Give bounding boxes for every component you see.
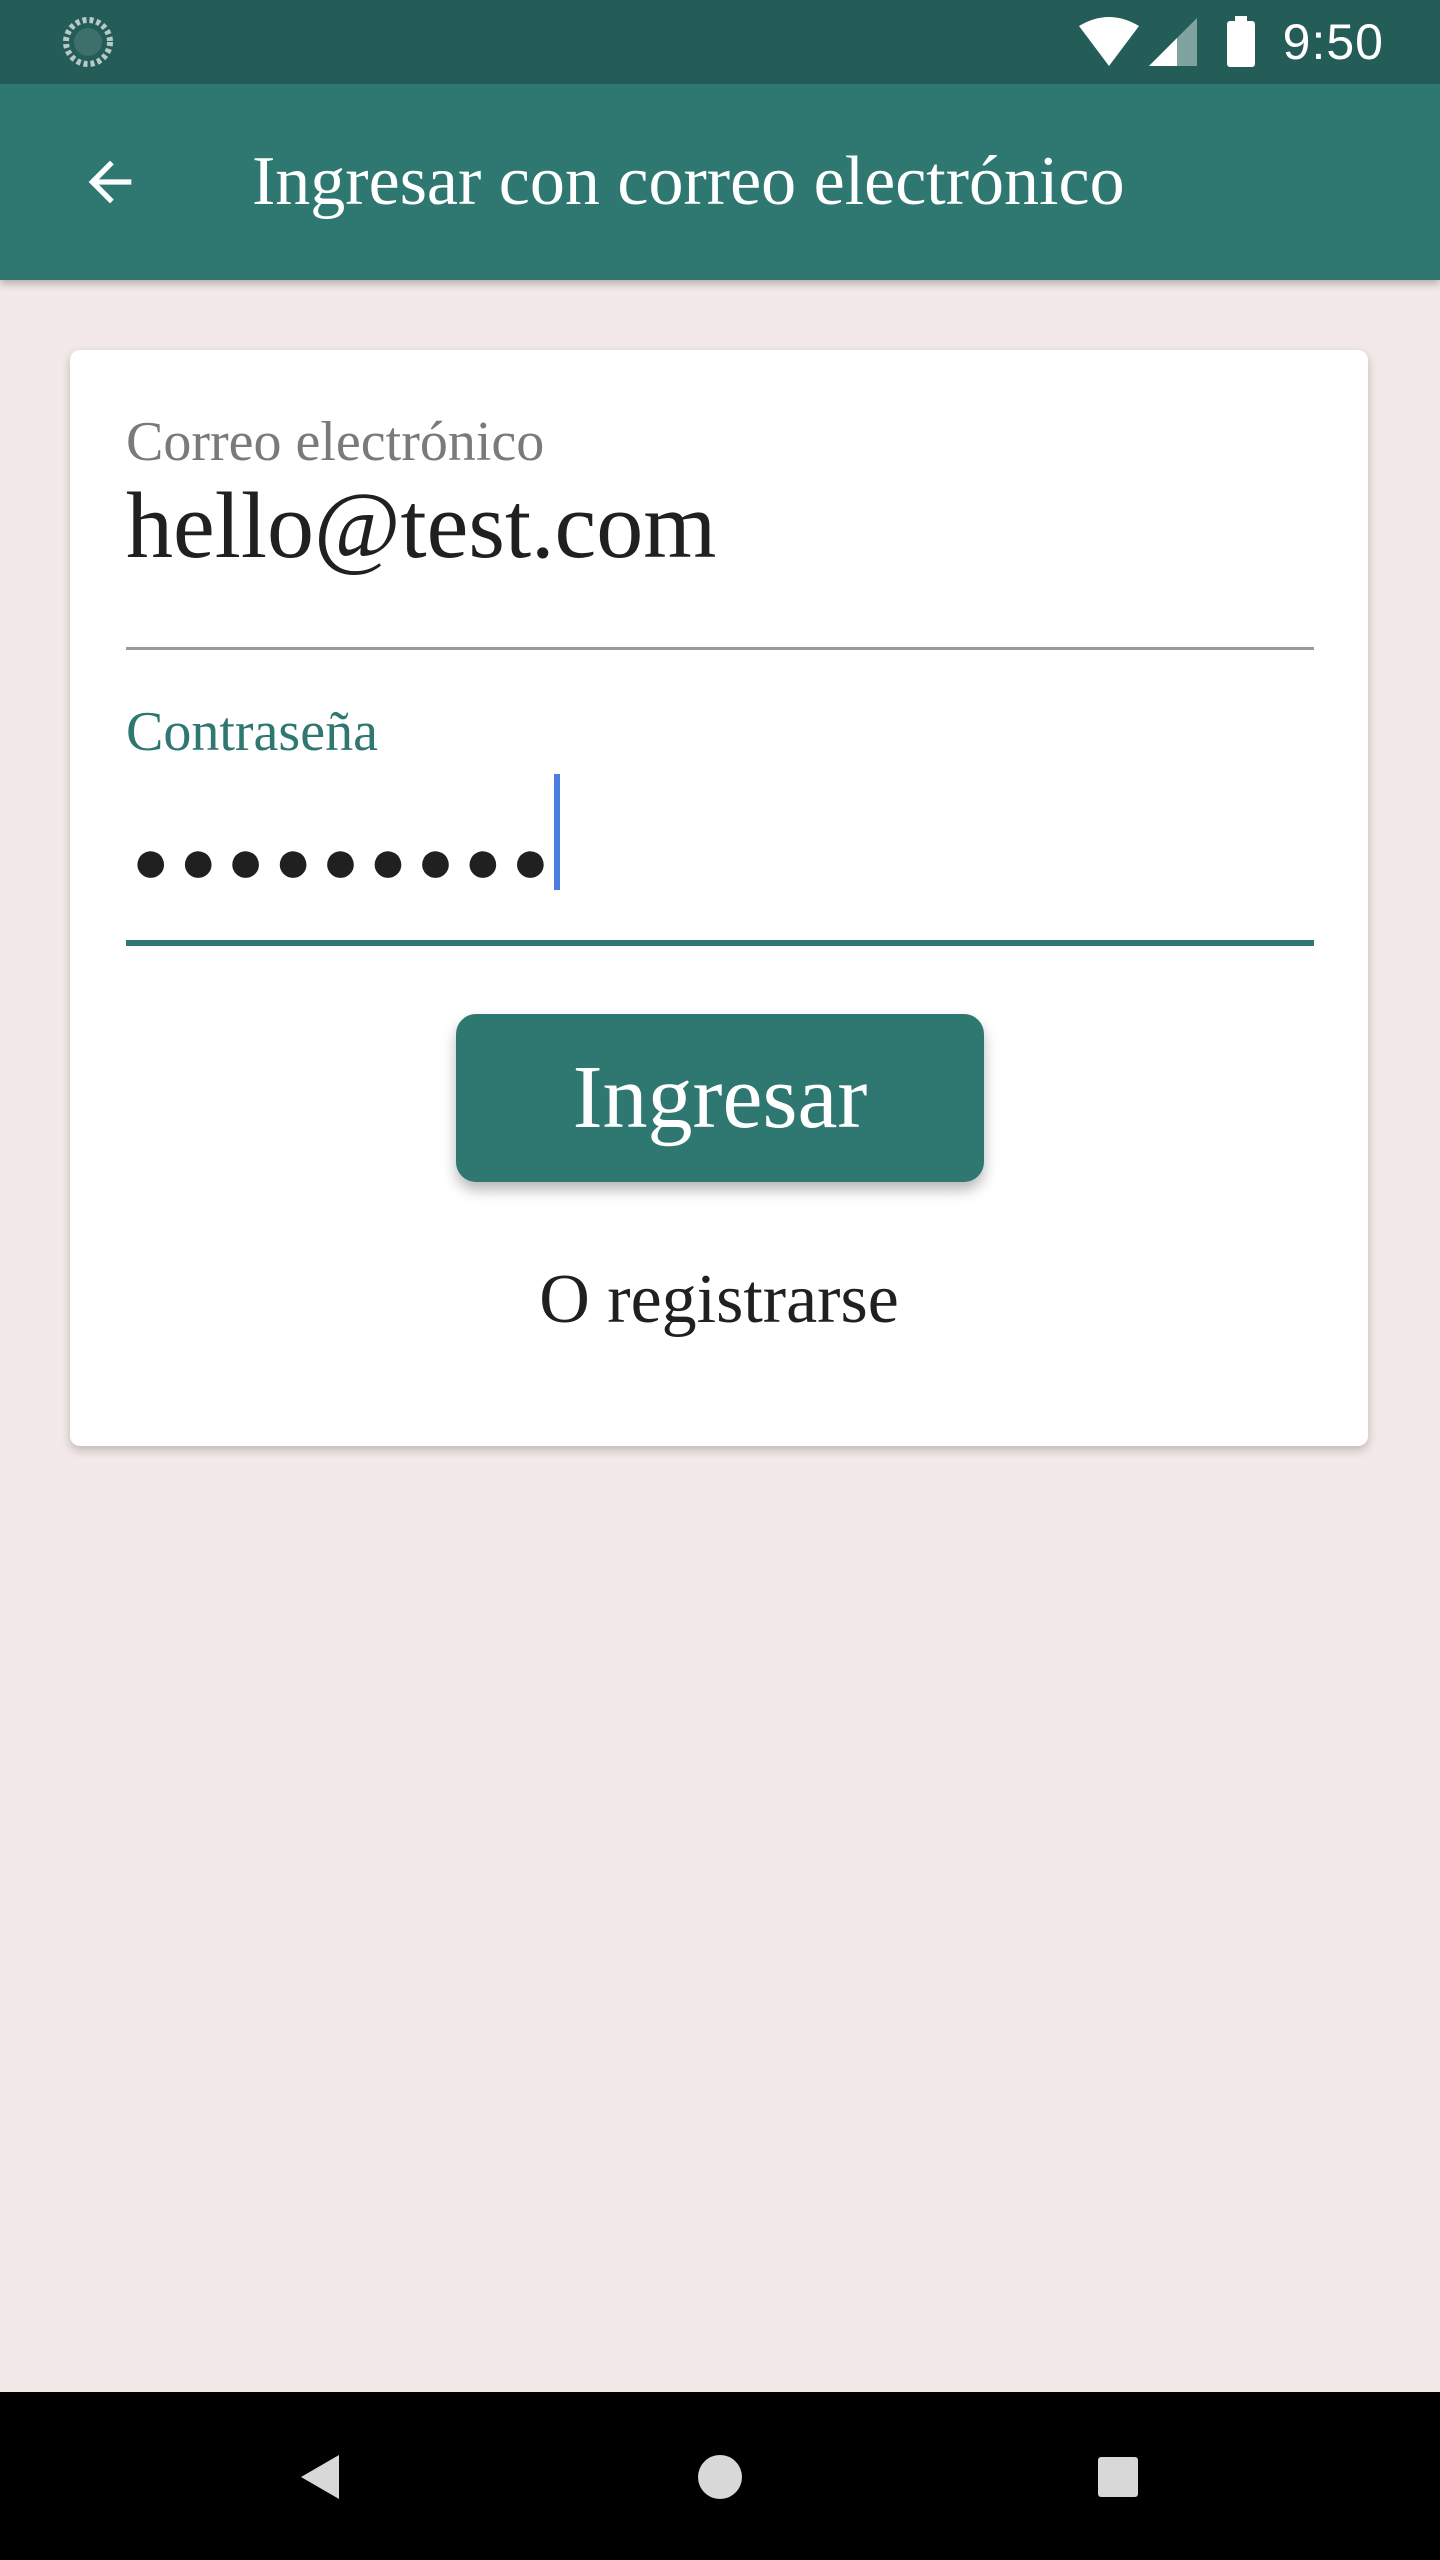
page-title: Ingresar con correo electrónico <box>252 143 1125 220</box>
email-label: Correo electrónico <box>126 411 545 473</box>
back-button[interactable] <box>52 124 168 240</box>
email-underline <box>126 647 1314 650</box>
password-field[interactable]: Contraseña ●●●●●●●●● <box>126 700 1314 946</box>
password-label: Contraseña <box>126 701 378 763</box>
password-underline <box>126 940 1314 946</box>
password-input[interactable]: ●●●●●●●●● <box>132 812 559 912</box>
login-button[interactable]: Ingresar <box>456 1014 984 1182</box>
wifi-icon <box>1078 17 1139 66</box>
register-link[interactable]: O registrarse <box>70 1260 1368 1340</box>
nav-recents-icon <box>1098 2457 1138 2497</box>
text-caret <box>554 774 560 890</box>
battery-icon <box>1226 16 1255 67</box>
nav-home-button[interactable] <box>677 2434 763 2520</box>
login-card: Correo electrónico hello@test.com Contra… <box>70 350 1368 1446</box>
navigation-bar <box>0 2392 1440 2560</box>
email-input[interactable]: hello@test.com <box>126 472 716 580</box>
arrow-back-icon <box>88 160 132 204</box>
status-bar: 9:50 <box>0 0 1440 84</box>
nav-home-icon <box>698 2455 742 2499</box>
nav-back-icon <box>301 2455 339 2499</box>
status-icons: 9:50 <box>1077 0 1384 84</box>
nav-recents-button[interactable] <box>1075 2434 1161 2520</box>
app-bar: Ingresar con correo electrónico <box>0 84 1440 280</box>
email-field[interactable]: Correo electrónico hello@test.com <box>126 410 1314 650</box>
status-time: 9:50 <box>1282 14 1384 70</box>
sync-icon <box>63 17 113 67</box>
signal-icon <box>1148 18 1197 66</box>
nav-back-button[interactable] <box>278 2434 364 2520</box>
